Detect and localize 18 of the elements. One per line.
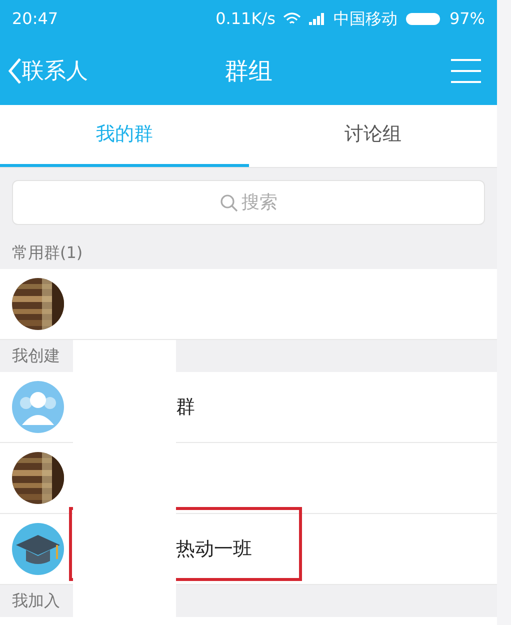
group-name: 热动一班 (176, 536, 252, 562)
signal-icon (309, 12, 326, 24)
status-time: 20:47 (12, 8, 58, 30)
network-speed: 0.11K/s (216, 8, 276, 30)
group-avatar-icon (12, 381, 64, 433)
group-name: 群 (176, 394, 195, 420)
section-header: 我创建 (12, 345, 60, 367)
page-title: 群组 (224, 56, 272, 87)
battery-icon (405, 12, 442, 26)
section-header: 常用群(1) (12, 242, 83, 264)
back-chevron-icon (8, 57, 22, 85)
section-header: 我加入 (12, 590, 60, 612)
graduation-cap-icon (12, 523, 64, 575)
wifi-icon (283, 12, 302, 26)
search-icon (220, 194, 238, 212)
tab[interactable]: 讨论组 (248, 105, 497, 167)
battery-level: 97% (449, 8, 485, 30)
carrier-name: 中国移动 (333, 8, 398, 30)
